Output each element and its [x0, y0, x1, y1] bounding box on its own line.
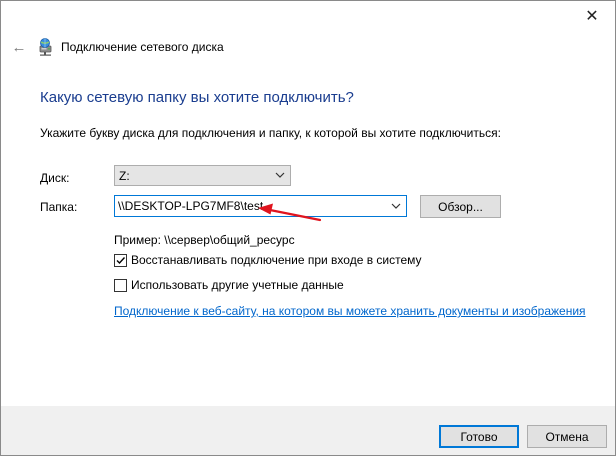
chevron-down-icon	[275, 172, 285, 178]
drive-select[interactable]: Z:	[114, 165, 291, 186]
chevron-down-icon[interactable]	[391, 200, 401, 212]
reconnect-checkbox[interactable]	[114, 253, 127, 267]
reconnect-checkbox-row[interactable]: Восстанавливать подключение при входе в …	[114, 253, 422, 267]
folder-label: Папка:	[40, 200, 78, 214]
finish-button[interactable]: Готово	[439, 425, 519, 448]
drive-label: Диск:	[40, 171, 70, 185]
page-heading: Какую сетевую папку вы хотите подключить…	[40, 89, 354, 106]
window-title: Подключение сетевого диска	[61, 40, 224, 54]
other-credentials-checkbox-row[interactable]: Использовать другие учетные данные	[114, 278, 344, 292]
dialog-window: ✕ ← Подключение сетевого диска Какую сет…	[0, 0, 616, 456]
close-icon: ✕	[585, 8, 599, 25]
back-button[interactable]: ←	[9, 37, 29, 57]
instruction-text: Укажите букву диска для подключения и па…	[40, 126, 501, 140]
browse-button[interactable]: Обзор...	[420, 195, 501, 218]
other-credentials-label: Использовать другие учетные данные	[131, 278, 344, 292]
dialog-footer: Готово Отмена	[1, 406, 615, 455]
website-link[interactable]: Подключение к веб-сайту, на котором вы м…	[114, 304, 586, 318]
other-credentials-checkbox[interactable]	[114, 278, 127, 292]
red-arrow-icon	[258, 203, 322, 222]
back-arrow-icon: ←	[11, 38, 27, 56]
drive-value: Z:	[119, 168, 130, 183]
example-text: Пример: \\сервер\общий_ресурс	[114, 233, 295, 247]
checkmark-icon	[116, 256, 126, 264]
close-button[interactable]: ✕	[569, 1, 615, 31]
cancel-button[interactable]: Отмена	[527, 425, 607, 448]
folder-input[interactable]	[118, 197, 383, 215]
reconnect-label: Восстанавливать подключение при входе в …	[131, 253, 422, 267]
network-drive-icon	[39, 38, 52, 56]
